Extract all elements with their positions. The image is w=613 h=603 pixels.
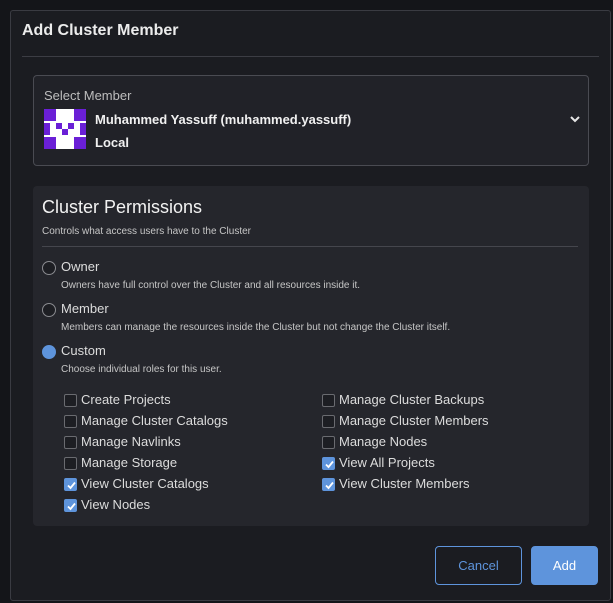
- checked-checkbox[interactable]: [64, 499, 77, 512]
- permission-label: View Cluster Members: [339, 476, 470, 491]
- member-label: Member: [61, 301, 109, 316]
- permission-label: Create Projects: [81, 392, 171, 407]
- permission-label: View All Projects: [339, 455, 435, 470]
- unchecked-checkbox[interactable]: [64, 436, 77, 449]
- member-select[interactable]: Select Member Muhammed Yassuff (muhammed…: [33, 75, 589, 166]
- checkmark-icon: [325, 460, 334, 469]
- add-button[interactable]: Add: [531, 546, 598, 585]
- checked-checkbox[interactable]: [322, 457, 335, 470]
- add-cluster-member-dialog: Add Cluster Member Select Member Muhamme…: [10, 10, 611, 601]
- checkmark-icon: [325, 481, 334, 490]
- title-divider: [22, 56, 599, 57]
- owner-radio[interactable]: [42, 261, 56, 275]
- permission-label: Manage Cluster Members: [339, 413, 489, 428]
- permission-label: Manage Navlinks: [81, 434, 181, 449]
- permissions-title: Cluster Permissions: [42, 197, 203, 217]
- checked-checkbox[interactable]: [322, 478, 335, 491]
- permission-label: Manage Cluster Catalogs: [81, 413, 228, 428]
- permission-label: View Nodes: [81, 497, 151, 512]
- permission-label: View Cluster Catalogs: [81, 476, 209, 491]
- unchecked-checkbox[interactable]: [322, 436, 335, 449]
- member-description: Members can manage the resources inside …: [61, 322, 451, 333]
- cancel-button[interactable]: Cancel: [435, 546, 522, 585]
- checkmark-icon: [67, 502, 76, 511]
- cluster-permissions-panel: Cluster Permissions Controls what access…: [33, 186, 589, 526]
- owner-label: Owner: [61, 259, 100, 274]
- permission-label: Manage Storage: [81, 455, 178, 470]
- avatar: [44, 109, 86, 149]
- chevron-down-icon[interactable]: [568, 112, 582, 126]
- unchecked-checkbox[interactable]: [322, 394, 335, 407]
- member-radio[interactable]: [42, 303, 56, 317]
- owner-description: Owners have full control over the Cluste…: [61, 280, 361, 291]
- custom-radio[interactable]: [42, 345, 56, 359]
- permission-label: Manage Cluster Backups: [339, 392, 485, 407]
- permission-label: Manage Nodes: [339, 434, 428, 449]
- unchecked-checkbox[interactable]: [64, 394, 77, 407]
- unchecked-checkbox[interactable]: [64, 457, 77, 470]
- unchecked-checkbox[interactable]: [64, 415, 77, 428]
- permissions-divider: [42, 246, 578, 247]
- member-provider: Local: [95, 135, 129, 150]
- checkmark-icon: [67, 481, 76, 490]
- member-name: Muhammed Yassuff (muhammed.yassuff): [95, 112, 352, 127]
- custom-description: Choose individual roles for this user.: [61, 364, 222, 375]
- permissions-subtitle: Controls what access users have to the C…: [42, 226, 251, 237]
- member-select-label: Select Member: [44, 88, 132, 103]
- custom-label: Custom: [61, 343, 106, 358]
- unchecked-checkbox[interactable]: [322, 415, 335, 428]
- dialog-title: Add Cluster Member: [22, 22, 179, 39]
- checked-checkbox[interactable]: [64, 478, 77, 491]
